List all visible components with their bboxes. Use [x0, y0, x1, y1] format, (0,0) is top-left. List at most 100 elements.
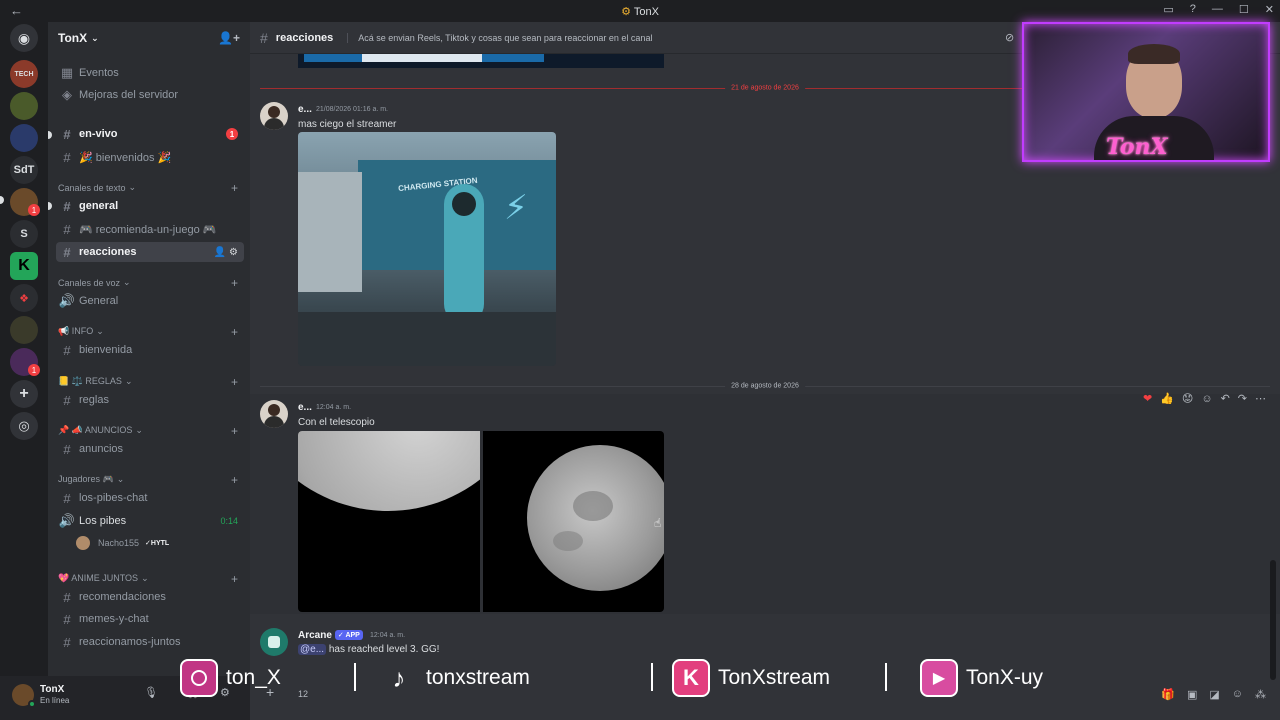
server-header[interactable]: TonX ⌄ 👤+	[48, 22, 250, 54]
sidebar-item-recomendaciones[interactable]: # recomendaciones	[56, 587, 244, 607]
sidebar-item-en-vivo[interactable]: # en-vivo 1	[56, 124, 244, 144]
chevron-down-icon: ⌄	[141, 573, 149, 583]
add-channel-icon[interactable]: +	[231, 375, 238, 389]
help-icon[interactable]: ?	[1190, 3, 1196, 16]
webcam-overlay: TonX	[1022, 22, 1270, 162]
maximize-icon[interactable]: ☐	[1239, 3, 1249, 16]
hash-icon: #	[63, 126, 71, 142]
server-icon[interactable]: SdT	[10, 156, 38, 184]
message-image-game[interactable]: CHARGING STATION ⚡	[298, 132, 556, 366]
apps-icon[interactable]: ⁂	[1255, 688, 1266, 701]
message-author[interactable]: Arcane ✓ APP	[298, 630, 363, 641]
chevron-down-icon: ⌄	[91, 32, 99, 43]
gift-icon[interactable]: 🎁	[1161, 688, 1175, 701]
add-channel-icon[interactable]: +	[231, 276, 238, 290]
streamer-hair	[1128, 44, 1180, 64]
message-image-moon-full[interactable]	[483, 431, 664, 612]
message-author[interactable]: e...	[298, 402, 312, 413]
message-text: mas ciego el streamer	[298, 119, 397, 130]
category-info[interactable]: 📢 INFO ⌄ +	[58, 325, 244, 339]
add-channel-icon[interactable]: +	[231, 181, 238, 195]
mention-badge: 1	[226, 128, 238, 140]
avatar	[76, 536, 90, 550]
channel-topic[interactable]: Acá se envian Reels, Tiktok y cosas que …	[347, 32, 652, 43]
sidebar-item-reaccionamos-juntos[interactable]: # reaccionamos-juntos	[56, 632, 244, 652]
sidebar-item-los-pibes[interactable]: 🔊 Los pibes 0:14	[56, 511, 244, 531]
add-channel-icon[interactable]: +	[231, 424, 238, 438]
add-server-icon[interactable]: +	[10, 380, 38, 408]
server-icon[interactable]	[10, 124, 38, 152]
reply-icon[interactable]: ↶	[1221, 392, 1230, 405]
sidebar-item-los-pibes-chat[interactable]: # los-pibes-chat	[56, 488, 244, 508]
composer-icons: 🎁 ▣ ◪ ☺ ⁂	[1161, 688, 1266, 701]
sidebar-item-bienvenida[interactable]: # bienvenida	[56, 340, 244, 360]
heart-reaction-icon[interactable]: ❤	[1143, 392, 1152, 405]
gif-icon[interactable]: ▣	[1187, 688, 1197, 701]
sidebar-item-recomienda-un-juego[interactable]: # 🎮 recomienda-un-juego 🎮	[56, 219, 244, 239]
previous-embed-image[interactable]	[298, 54, 664, 68]
chevron-down-icon: ⌄	[123, 277, 131, 287]
sidebar-item-mejoras[interactable]: ◈ Mejoras del servidor	[56, 85, 244, 105]
mic-icon[interactable]: 🎙	[144, 686, 158, 699]
scrollbar[interactable]	[1270, 560, 1276, 680]
hash-icon: #	[63, 244, 71, 260]
message-image-moon-half[interactable]	[298, 431, 480, 612]
add-channel-icon[interactable]: +	[231, 572, 238, 586]
sidebar-item-general[interactable]: # general	[56, 196, 244, 216]
speaker-icon: 🔊	[58, 293, 76, 308]
sidebar-item-memes-y-chat[interactable]: # memes-y-chat	[56, 609, 244, 629]
add-channel-icon[interactable]: +	[231, 473, 238, 487]
calendar-icon: ▦	[60, 65, 74, 80]
invite-people-icon[interactable]: 👤+	[218, 31, 240, 45]
hash-icon: #	[63, 198, 71, 214]
threads-icon[interactable]: ⊘	[1005, 31, 1014, 44]
sidebar-item-voice-general[interactable]: 🔊 General	[56, 291, 244, 311]
category-anime-juntos[interactable]: 💖 ANIME JUNTOS ⌄ +	[58, 572, 244, 586]
overlay-youtube: ▶ TonX-uy	[920, 659, 1043, 697]
minimize-icon[interactable]: —	[1212, 3, 1223, 16]
avatar[interactable]	[260, 628, 288, 656]
server-icon[interactable]: K	[10, 252, 38, 280]
message-author[interactable]: e...	[298, 104, 312, 115]
sticker-icon[interactable]: ◪	[1209, 688, 1219, 701]
thumbs-up-reaction-icon[interactable]: 👍	[1160, 392, 1174, 405]
forward-icon[interactable]: ↷	[1238, 392, 1247, 405]
add-channel-icon[interactable]: +	[231, 325, 238, 339]
close-icon[interactable]: ✕	[1265, 3, 1274, 16]
instagram-icon	[180, 659, 218, 697]
server-icon[interactable]: TECH	[10, 60, 38, 88]
more-icon[interactable]: ⋯	[1255, 392, 1266, 405]
sidebar-item-reglas[interactable]: # reglas	[56, 390, 244, 410]
sidebar-item-bienvenidos[interactable]: # 🎉 bienvenidos 🎉	[56, 147, 244, 167]
category-canales-de-voz[interactable]: Canales de voz ⌄ +	[58, 276, 244, 290]
user-tag: ✓HYTL	[145, 540, 170, 547]
window-title: ⚙ TonX	[621, 6, 659, 18]
category-jugadores[interactable]: Jugadores 🎮 ⌄ +	[58, 473, 244, 487]
server-icon[interactable]	[10, 92, 38, 120]
category-anuncios[interactable]: 📌 📣 ANUNCIOS ⌄ +	[58, 424, 244, 438]
inbox-icon[interactable]: ▭	[1163, 3, 1173, 16]
user-name[interactable]: TonX	[40, 684, 64, 695]
explore-icon[interactable]: ◎	[10, 412, 38, 440]
category-reglas[interactable]: 📒 ⚖️ REGLAS ⌄ +	[58, 375, 244, 389]
add-reaction-icon[interactable]: ☺	[1201, 393, 1212, 405]
discord-home-icon[interactable]: ◉	[10, 24, 38, 52]
user-mention[interactable]: @e...	[298, 644, 327, 655]
server-icon[interactable]: ❖	[10, 284, 38, 312]
mouse-cursor: ☝	[654, 516, 662, 530]
category-canales-de-texto[interactable]: Canales de texto ⌄ +	[58, 181, 244, 195]
emoji-icon[interactable]: ☺	[1232, 688, 1243, 701]
sidebar-item-anuncios[interactable]: # anuncios	[56, 439, 244, 459]
voice-user-nacho155[interactable]: Nacho155 ✓HYTL	[76, 533, 244, 553]
avatar[interactable]	[260, 102, 288, 130]
channel-settings-icons[interactable]: 👤 ⚙	[214, 247, 238, 258]
sidebar-item-eventos[interactable]: ▦ Eventos	[56, 63, 244, 83]
unread-pill	[0, 196, 4, 204]
sidebar-item-reacciones[interactable]: # reacciones 👤 ⚙	[56, 242, 244, 262]
server-icon[interactable]	[10, 316, 38, 344]
avatar[interactable]	[260, 400, 288, 428]
hash-icon: #	[63, 490, 71, 506]
sad-reaction-icon[interactable]: 😟	[1182, 392, 1193, 405]
hash-icon: #	[63, 392, 71, 408]
server-icon[interactable]: S	[10, 220, 38, 248]
